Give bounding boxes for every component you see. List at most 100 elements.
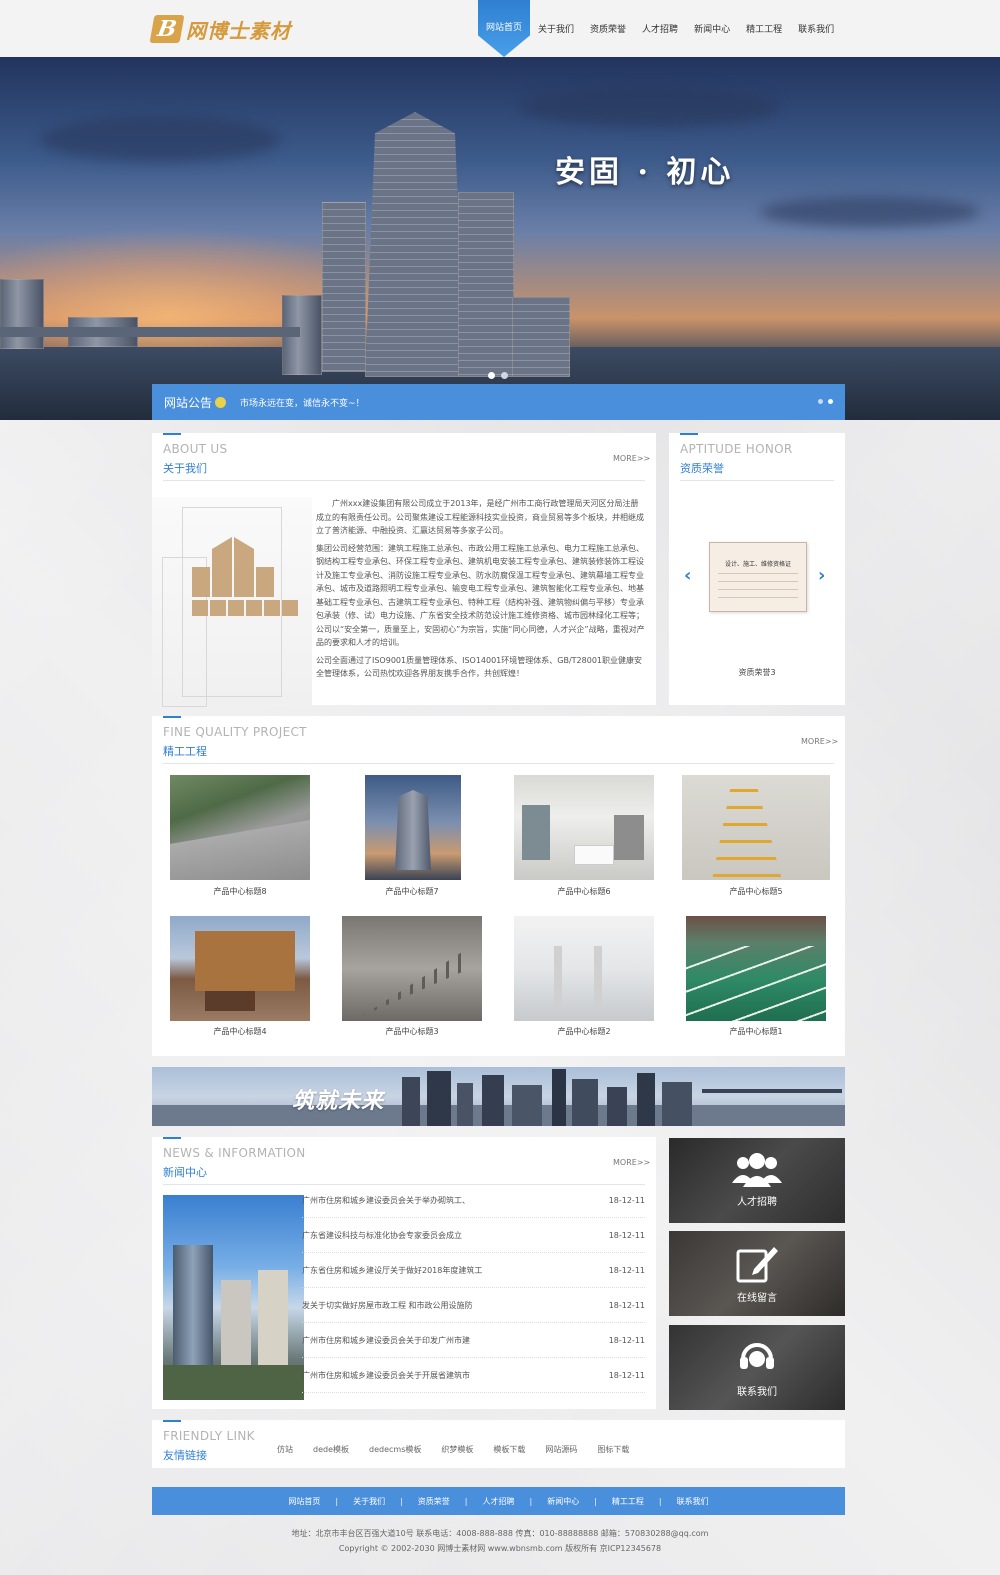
- about-title-cn: 关于我们: [163, 462, 207, 475]
- jobs-card[interactable]: 人才招聘: [669, 1138, 845, 1223]
- message-card[interactable]: 在线留言: [669, 1231, 845, 1316]
- notice-dot[interactable]: [818, 399, 823, 404]
- news-panel: NEWS & INFORMATION 新闻中心 MORE>> 广州市住房和城乡建…: [152, 1137, 656, 1409]
- footer-link-home[interactable]: 网站首页: [288, 1496, 320, 1507]
- chevron-right-icon[interactable]: ›: [818, 565, 825, 586]
- banner-dot[interactable]: [488, 372, 495, 379]
- footer-link-contact[interactable]: 联系我们: [677, 1496, 709, 1507]
- about-panel: ABOUT US 关于我们 MORE>> 广州xxx建设集团有限公司成立于201…: [152, 433, 656, 707]
- news-item-title[interactable]: 广州市住房和城乡建设委员会关于开展省建筑市: [302, 1370, 470, 1381]
- project-thumb[interactable]: [170, 775, 310, 880]
- project-caption[interactable]: 产品中心标题2: [514, 1026, 654, 1037]
- section-accent: [163, 1137, 181, 1139]
- project-thumb[interactable]: [514, 916, 654, 1021]
- news-item-date: 18-12-11: [608, 1335, 645, 1345]
- project-thumb[interactable]: [170, 916, 310, 1021]
- footer-nav: 网站首页 | 关于我们 | 资质荣誉 | 人才招聘 | 新闻中心 | 精工工程 …: [152, 1487, 845, 1515]
- project-caption[interactable]: 产品中心标题1: [686, 1026, 826, 1037]
- project-thumb[interactable]: [514, 775, 654, 880]
- news-item-title[interactable]: 发关于切实做好房屋市政工程 和市政公用设施防: [302, 1300, 473, 1311]
- honor-caption[interactable]: 资质荣誉3: [669, 667, 845, 678]
- contact-card[interactable]: 联系我们: [669, 1325, 845, 1410]
- project-caption[interactable]: 产品中心标题7: [342, 886, 482, 897]
- news-item[interactable]: 广州市住房和城乡建设委员会关于开展省建筑市 18-12-11: [302, 1358, 645, 1393]
- project-thumb[interactable]: [342, 916, 482, 1021]
- news-item[interactable]: 广州市住房和城乡建设委员会关于印发广州市建 18-12-11: [302, 1323, 645, 1358]
- news-title-en: NEWS & INFORMATION: [163, 1146, 306, 1160]
- news-item[interactable]: 发关于切实做好房屋市政工程 和市政公用设施防 18-12-11: [302, 1288, 645, 1323]
- news-item[interactable]: 广州市住房和城乡建设委员会关于举办砌筑工、 18-12-11: [302, 1183, 645, 1218]
- friend-link[interactable]: 仿站: [277, 1444, 293, 1455]
- project-caption[interactable]: 产品中心标题4: [170, 1026, 310, 1037]
- promo-strip[interactable]: 筑就未来: [152, 1067, 845, 1126]
- nav-jobs[interactable]: 人才招聘: [634, 0, 686, 57]
- friend-link[interactable]: dede模板: [313, 1444, 349, 1455]
- friend-link[interactable]: 图标下载: [597, 1444, 629, 1455]
- logo-graphic: [192, 600, 208, 616]
- logo[interactable]: B 网博士素材: [149, 14, 291, 44]
- notice-text[interactable]: 市场永远在变，诚信永不变~！: [240, 396, 365, 409]
- project-caption[interactable]: 产品中心标题3: [342, 1026, 482, 1037]
- projects-title-en: FINE QUALITY PROJECT: [163, 725, 307, 739]
- project-thumb[interactable]: [682, 775, 830, 880]
- hero-banner[interactable]: 安固 · 初心: [0, 57, 1000, 420]
- footer-link-jobs[interactable]: 人才招聘: [483, 1496, 515, 1507]
- footer-copyright: Copyright © 2002-2030 网博士素材网 www.wbnsmb.…: [338, 1544, 662, 1553]
- site-header: B 网博士素材 网站首页 关于我们 资质荣誉 人才招聘 新闻中心 精工工程 联系…: [0, 0, 1000, 57]
- news-image[interactable]: [163, 1195, 304, 1400]
- news-item-title[interactable]: 广州市住房和城乡建设委员会关于印发广州市建: [302, 1335, 470, 1346]
- friend-link[interactable]: 网站源码: [545, 1444, 577, 1455]
- chevron-left-icon[interactable]: ‹: [684, 565, 691, 586]
- certificate-line: [718, 597, 798, 598]
- news-item[interactable]: 广东省建设科技与标准化协会专家委员会成立 18-12-11: [302, 1218, 645, 1253]
- news-more-link[interactable]: MORE>>: [613, 1158, 650, 1167]
- logo-graphic: [192, 567, 210, 597]
- links-title-en: FRIENDLY LINK: [163, 1429, 255, 1443]
- notice-dot[interactable]: [828, 399, 833, 404]
- section-accent: [163, 716, 181, 718]
- certificate-title: 设计、施工、维修资格证: [724, 561, 791, 568]
- news-item[interactable]: 广东省住房和城乡建设厅关于做好2018年度建筑工 18-12-11: [302, 1253, 645, 1288]
- nav-news[interactable]: 新闻中心: [686, 0, 738, 57]
- news-item-date: 18-12-11: [608, 1265, 645, 1275]
- friend-link[interactable]: 模板下载: [493, 1444, 525, 1455]
- project-thumb[interactable]: [365, 775, 461, 880]
- jobs-label: 人才招聘: [737, 1197, 777, 1208]
- about-more-link[interactable]: MORE>>: [613, 454, 650, 463]
- footer-link-honor[interactable]: 资质荣誉: [418, 1496, 450, 1507]
- news-item-date: 18-12-11: [608, 1195, 645, 1205]
- section-accent: [163, 1420, 181, 1422]
- news-item-title[interactable]: 广州市住房和城乡建设委员会关于举办砌筑工、: [302, 1195, 470, 1206]
- logo-graphic: [256, 567, 274, 597]
- projects-more-link[interactable]: MORE>>: [801, 737, 838, 746]
- footer-link-news[interactable]: 新闻中心: [547, 1496, 579, 1507]
- friend-link[interactable]: 织梦模板: [441, 1444, 473, 1455]
- news-item-title[interactable]: 广东省建设科技与标准化协会专家委员会成立: [302, 1230, 462, 1241]
- logo-graphic: [264, 600, 280, 616]
- banner-cloud: [520, 87, 780, 127]
- friend-link[interactable]: dedecms模板: [369, 1444, 421, 1455]
- banner-dot[interactable]: [501, 372, 508, 379]
- banner-building: [322, 202, 366, 372]
- nav-home[interactable]: 网站首页: [478, 0, 530, 57]
- footer-link-projects[interactable]: 精工工程: [612, 1496, 644, 1507]
- project-caption[interactable]: 产品中心标题8: [170, 886, 310, 897]
- project-caption[interactable]: 产品中心标题5: [686, 886, 826, 897]
- links-panel: FRIENDLY LINK 友情链接 仿站 dede模板 dedecms模板 织…: [152, 1420, 845, 1468]
- nav-about[interactable]: 关于我们: [530, 0, 582, 57]
- nav-projects[interactable]: 精工工程: [738, 0, 790, 57]
- news-item-title[interactable]: 广东省住房和城乡建设厅关于做好2018年度建筑工: [302, 1265, 482, 1276]
- nav-contact[interactable]: 联系我们: [790, 0, 842, 57]
- banner-building: [0, 279, 44, 349]
- strip-slogan: 筑就未来: [292, 1089, 385, 1114]
- certificate-image[interactable]: 设计、施工、维修资格证: [709, 542, 807, 612]
- edit-icon: [736, 1247, 778, 1283]
- contact-label: 联系我们: [737, 1387, 777, 1398]
- news-item-date: 18-12-11: [608, 1370, 645, 1380]
- about-image: [152, 497, 312, 707]
- project-caption[interactable]: 产品中心标题6: [514, 886, 654, 897]
- nav-honor[interactable]: 资质荣誉: [582, 0, 634, 57]
- footer-link-about[interactable]: 关于我们: [353, 1496, 385, 1507]
- banner-bridge: [0, 327, 300, 337]
- project-thumb[interactable]: [686, 916, 826, 1021]
